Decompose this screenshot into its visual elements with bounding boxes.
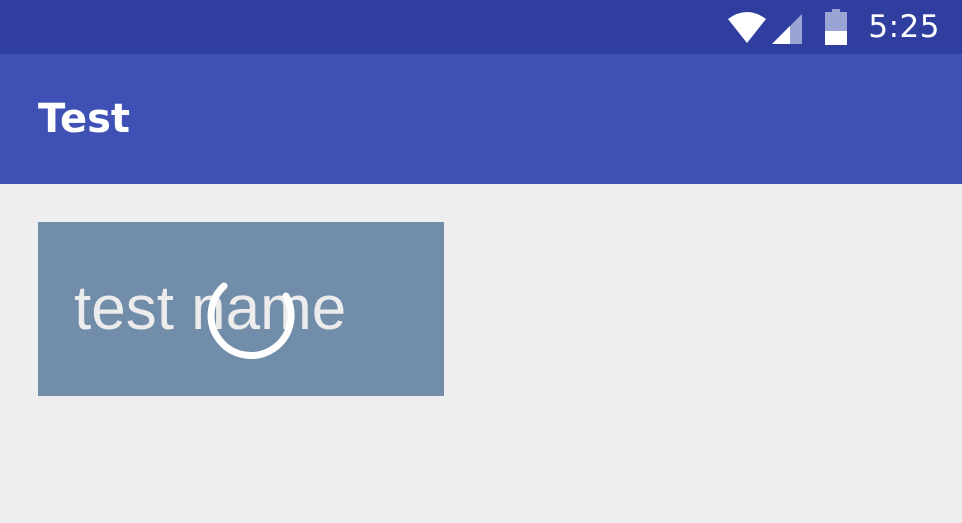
progress-spinner-icon xyxy=(207,282,295,359)
battery-icon xyxy=(825,9,848,45)
app-title: Test xyxy=(38,96,131,142)
app-bar: Test xyxy=(0,54,962,184)
status-clock: 5:25 xyxy=(868,9,940,45)
status-bar: 5:25 xyxy=(0,0,962,54)
status-icons: 5:25 xyxy=(728,0,962,54)
wifi-icon xyxy=(728,12,767,43)
signal-icon xyxy=(772,14,803,44)
main-content: test name xyxy=(0,184,962,523)
loading-card: test name xyxy=(38,222,444,396)
